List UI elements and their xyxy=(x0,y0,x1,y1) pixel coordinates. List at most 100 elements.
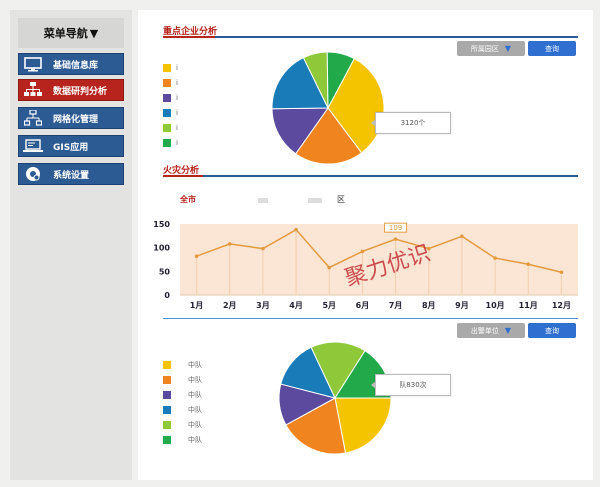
legend-swatch xyxy=(163,78,171,87)
legend-label: 中队 xyxy=(188,360,202,369)
data-point[interactable] xyxy=(393,237,398,241)
data-point[interactable] xyxy=(194,254,199,258)
data-point[interactable] xyxy=(261,246,265,251)
legend-label: i xyxy=(176,93,178,102)
legend-label: 中队 xyxy=(188,435,202,444)
data-point[interactable] xyxy=(526,262,531,267)
data-point[interactable] xyxy=(559,270,564,275)
brigade-divider xyxy=(163,318,578,319)
tooltip-text: 3120个 xyxy=(400,119,426,127)
sidebar-item-label: 数据研判分析 xyxy=(53,86,108,97)
x-tick-label: 12月 xyxy=(552,301,571,310)
legend-item: i xyxy=(163,135,178,150)
gear-globe-icon xyxy=(19,163,47,185)
sidebar-item-settings[interactable]: 系统设置 xyxy=(18,163,124,185)
sidebar-item-data-analysis[interactable]: 数据研判分析 xyxy=(18,79,124,101)
data-point[interactable] xyxy=(227,242,232,246)
caret-down-icon: ▼ xyxy=(504,44,512,53)
legend-label: 中队 xyxy=(188,405,202,414)
park-filter-label: 所属园区 xyxy=(470,44,499,53)
x-tick-label: 1月 xyxy=(190,301,204,310)
legend-swatch xyxy=(163,360,171,369)
redacted-text xyxy=(258,198,268,203)
nav-header[interactable]: 菜单导航 ▼ xyxy=(18,18,124,48)
legend-swatch xyxy=(163,435,171,444)
fire-divider xyxy=(163,175,578,177)
x-tick-label: 3月 xyxy=(256,301,270,310)
scope-label: 全市 xyxy=(180,195,196,204)
legend-label: i xyxy=(176,108,178,117)
caret-down-icon: ▼ xyxy=(89,26,99,40)
legend-item: 中队 xyxy=(163,387,202,402)
legend-item: i xyxy=(163,90,178,105)
legend-swatch xyxy=(163,138,171,147)
data-point[interactable] xyxy=(294,227,298,232)
legend-swatch xyxy=(163,420,171,429)
main-panel: 重点企业分析 所属园区 ▼ 查询 i i i i i i 3120个 火灾分析 … xyxy=(138,10,593,480)
legend-swatch xyxy=(163,63,171,72)
legend-label: 中队 xyxy=(188,420,202,429)
sidebar-item-grid-management[interactable]: 网格化管理 xyxy=(18,107,124,129)
unit-filter-label: 出警单位 xyxy=(470,326,499,335)
brigade-legend: 中队 中队 中队 中队 中队 中队 xyxy=(163,357,202,447)
sidebar-item-label: 网格化管理 xyxy=(53,114,99,125)
brigade-pie-tooltip: 队830次 xyxy=(371,374,451,396)
tooltip-text: 队830次 xyxy=(399,381,427,389)
x-tick-label: 8月 xyxy=(422,301,436,310)
legend-item: 中队 xyxy=(163,417,202,432)
legend-swatch xyxy=(163,390,171,399)
legend-label: i xyxy=(176,78,178,87)
x-tick-label: 6月 xyxy=(356,301,370,310)
legend-swatch xyxy=(163,123,171,132)
sidebar-item-label: GIS应用 xyxy=(53,142,89,153)
legend-item: 中队 xyxy=(163,357,202,372)
legend-swatch xyxy=(163,405,171,414)
laptop-icon xyxy=(19,135,47,157)
legend-label: 中队 xyxy=(188,375,202,384)
sidebar-item-label: 基础信息库 xyxy=(53,60,99,71)
x-tick-label: 11月 xyxy=(519,301,538,310)
y-tick-label: 50 xyxy=(159,267,171,276)
data-point[interactable] xyxy=(327,265,332,270)
legend-swatch xyxy=(163,108,171,117)
enterprise-query-button[interactable]: 查询 xyxy=(528,41,576,56)
legend-item: i xyxy=(163,105,178,120)
enterprise-divider xyxy=(163,36,578,38)
data-point[interactable] xyxy=(493,256,497,260)
org-chart-icon xyxy=(19,79,47,101)
x-tick-label: 7月 xyxy=(389,301,403,310)
legend-item: i xyxy=(163,60,178,75)
brigade-pie-chart xyxy=(278,341,392,455)
unit-filter-dropdown[interactable]: 出警单位 ▼ xyxy=(457,323,525,338)
sidebar: 菜单导航 ▼ 基础信息库 数据研判分析 网格化管理 GIS应用 系统设置 xyxy=(10,10,132,480)
legend-item: i xyxy=(163,75,178,90)
enterprise-legend: i i i i i i xyxy=(163,60,178,150)
legend-swatch xyxy=(163,93,171,102)
data-label: 109 xyxy=(389,224,402,232)
legend-label: 中队 xyxy=(188,390,202,399)
nav-header-label: 菜单导航 xyxy=(43,27,88,40)
legend-label: i xyxy=(176,63,178,72)
sidebar-item-label: 系统设置 xyxy=(53,170,90,181)
caret-down-icon: ▼ xyxy=(504,326,512,335)
legend-item: 中队 xyxy=(163,432,202,447)
y-tick-label: 150 xyxy=(153,220,170,229)
legend-item: 中队 xyxy=(163,372,202,387)
park-filter-dropdown[interactable]: 所属园区 ▼ xyxy=(457,41,525,56)
data-point[interactable] xyxy=(360,249,365,254)
enterprise-pie-chart xyxy=(271,51,385,165)
district-label: 区 xyxy=(337,195,345,204)
legend-item: i xyxy=(163,120,178,135)
data-point[interactable] xyxy=(460,234,464,239)
sidebar-item-basic-info[interactable]: 基础信息库 xyxy=(18,53,124,75)
y-tick-label: 0 xyxy=(164,291,170,300)
brigade-query-button[interactable]: 查询 xyxy=(528,323,576,338)
x-tick-label: 5月 xyxy=(322,301,336,310)
enterprise-pie-tooltip: 3120个 xyxy=(371,112,451,134)
y-tick-label: 100 xyxy=(153,244,170,253)
redacted-text xyxy=(308,198,322,203)
x-tick-label: 2月 xyxy=(223,301,237,310)
x-tick-label: 4月 xyxy=(289,301,303,310)
sidebar-item-gis[interactable]: GIS应用 xyxy=(18,135,124,157)
x-tick-label: 9月 xyxy=(455,301,469,310)
